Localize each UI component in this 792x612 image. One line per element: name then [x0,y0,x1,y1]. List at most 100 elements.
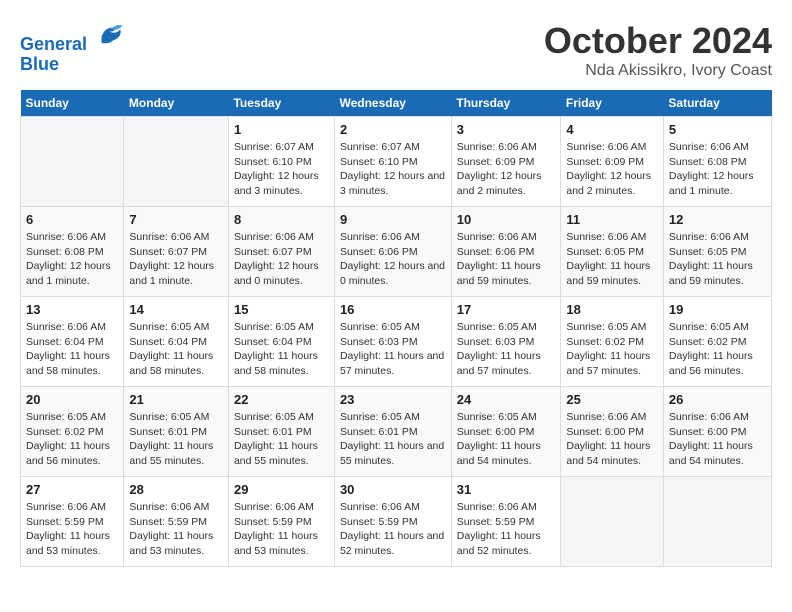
day-number: 24 [457,392,556,407]
logo-blue: Blue [20,55,124,75]
day-number: 16 [340,302,446,317]
header-tuesday: Tuesday [228,90,334,117]
calendar-header: SundayMondayTuesdayWednesdayThursdayFrid… [21,90,772,117]
calendar-cell: 25 Sunrise: 6:06 AMSunset: 6:00 PMDayligh… [561,387,664,477]
calendar-cell: 21 Sunrise: 6:05 AMSunset: 6:01 PMDayligh… [124,387,229,477]
day-info: Sunrise: 6:06 AMSunset: 6:09 PMDaylight:… [566,140,658,199]
day-number: 4 [566,122,658,137]
week-row-5: 27 Sunrise: 6:06 AMSunset: 5:59 PMDayligh… [21,477,772,567]
day-number: 3 [457,122,556,137]
week-row-1: 1 Sunrise: 6:07 AMSunset: 6:10 PMDaylight… [21,117,772,207]
calendar-cell: 15 Sunrise: 6:05 AMSunset: 6:04 PMDayligh… [228,297,334,387]
day-number: 10 [457,212,556,227]
day-info: Sunrise: 6:06 AMSunset: 5:59 PMDaylight:… [26,500,118,559]
day-info: Sunrise: 6:06 AMSunset: 6:05 PMDaylight:… [566,230,658,289]
day-number: 7 [129,212,223,227]
calendar-cell: 23 Sunrise: 6:05 AMSunset: 6:01 PMDayligh… [334,387,451,477]
day-number: 15 [234,302,329,317]
logo: General Blue [20,20,124,75]
day-info: Sunrise: 6:06 AMSunset: 6:00 PMDaylight:… [669,410,766,469]
day-info: Sunrise: 6:05 AMSunset: 6:03 PMDaylight:… [340,320,446,379]
day-number: 28 [129,482,223,497]
day-info: Sunrise: 6:05 AMSunset: 6:02 PMDaylight:… [566,320,658,379]
day-info: Sunrise: 6:05 AMSunset: 6:02 PMDaylight:… [26,410,118,469]
day-info: Sunrise: 6:05 AMSunset: 6:04 PMDaylight:… [129,320,223,379]
calendar-cell: 28 Sunrise: 6:06 AMSunset: 5:59 PMDayligh… [124,477,229,567]
day-info: Sunrise: 6:06 AMSunset: 6:04 PMDaylight:… [26,320,118,379]
day-info: Sunrise: 6:06 AMSunset: 6:08 PMDaylight:… [669,140,766,199]
day-info: Sunrise: 6:05 AMSunset: 6:02 PMDaylight:… [669,320,766,379]
day-number: 9 [340,212,446,227]
calendar-cell: 9 Sunrise: 6:06 AMSunset: 6:06 PMDaylight… [334,207,451,297]
calendar-cell: 14 Sunrise: 6:05 AMSunset: 6:04 PMDayligh… [124,297,229,387]
header-monday: Monday [124,90,229,117]
day-number: 22 [234,392,329,407]
day-info: Sunrise: 6:06 AMSunset: 6:08 PMDaylight:… [26,230,118,289]
day-number: 27 [26,482,118,497]
header-friday: Friday [561,90,664,117]
day-number: 20 [26,392,118,407]
calendar-cell: 18 Sunrise: 6:05 AMSunset: 6:02 PMDayligh… [561,297,664,387]
day-number: 13 [26,302,118,317]
logo-bird-icon [94,20,124,50]
day-number: 21 [129,392,223,407]
calendar-body: 1 Sunrise: 6:07 AMSunset: 6:10 PMDaylight… [21,117,772,567]
calendar-cell: 7 Sunrise: 6:06 AMSunset: 6:07 PMDaylight… [124,207,229,297]
day-info: Sunrise: 6:05 AMSunset: 6:04 PMDaylight:… [234,320,329,379]
day-number: 18 [566,302,658,317]
calendar-cell: 2Sunrise: 6:07 AMSunset: 6:10 PMDaylight… [334,117,451,207]
logo-general: General [20,34,87,54]
calendar-cell [21,117,124,207]
calendar-table: SundayMondayTuesdayWednesdayThursdayFrid… [20,90,772,567]
day-number: 25 [566,392,658,407]
day-info: Sunrise: 6:06 AMSunset: 5:59 PMDaylight:… [129,500,223,559]
day-number: 5 [669,122,766,137]
day-info: Sunrise: 6:06 AMSunset: 6:05 PMDaylight:… [669,230,766,289]
day-number: 8 [234,212,329,227]
day-info: Sunrise: 6:06 AMSunset: 6:07 PMDaylight:… [234,230,329,289]
day-info: Sunrise: 6:06 AMSunset: 6:07 PMDaylight:… [129,230,223,289]
day-number: 29 [234,482,329,497]
day-number: 30 [340,482,446,497]
calendar-cell: 3 Sunrise: 6:06 AMSunset: 6:09 PMDaylight… [451,117,561,207]
header-saturday: Saturday [663,90,771,117]
calendar-cell: 12 Sunrise: 6:06 AMSunset: 6:05 PMDayligh… [663,207,771,297]
calendar-cell: 17Sunrise: 6:05 AMSunset: 6:03 PMDayligh… [451,297,561,387]
day-number: 12 [669,212,766,227]
subtitle: Nda Akissikro, Ivory Coast [544,62,772,80]
calendar-cell: 31Sunrise: 6:06 AMSunset: 5:59 PMDayligh… [451,477,561,567]
day-info: Sunrise: 6:06 AMSunset: 6:06 PMDaylight:… [457,230,556,289]
day-number: 14 [129,302,223,317]
day-number: 1 [234,122,329,137]
day-info: Sunrise: 6:07 AMSunset: 6:10 PMDaylight:… [234,140,329,199]
title-section: October 2024 Nda Akissikro, Ivory Coast [544,20,772,80]
logo-text: General [20,20,124,55]
day-info: Sunrise: 6:05 AMSunset: 6:00 PMDaylight:… [457,410,556,469]
day-info: Sunrise: 6:05 AMSunset: 6:01 PMDaylight:… [129,410,223,469]
calendar-cell: 4 Sunrise: 6:06 AMSunset: 6:09 PMDaylight… [561,117,664,207]
calendar-cell: 13 Sunrise: 6:06 AMSunset: 6:04 PMDayligh… [21,297,124,387]
calendar-cell: 16 Sunrise: 6:05 AMSunset: 6:03 PMDayligh… [334,297,451,387]
header-thursday: Thursday [451,90,561,117]
day-info: Sunrise: 6:06 AMSunset: 6:09 PMDaylight:… [457,140,556,199]
day-info: Sunrise: 6:06 AMSunset: 6:00 PMDaylight:… [566,410,658,469]
day-number: 23 [340,392,446,407]
calendar-cell: 20 Sunrise: 6:05 AMSunset: 6:02 PMDayligh… [21,387,124,477]
day-number: 2 [340,122,446,137]
calendar-cell: 19Sunrise: 6:05 AMSunset: 6:02 PMDayligh… [663,297,771,387]
day-number: 11 [566,212,658,227]
main-title: October 2024 [544,20,772,62]
day-info: Sunrise: 6:05 AMSunset: 6:01 PMDaylight:… [234,410,329,469]
day-info: Sunrise: 6:06 AMSunset: 6:06 PMDaylight:… [340,230,446,289]
calendar-cell [124,117,229,207]
calendar-cell: 22 Sunrise: 6:05 AMSunset: 6:01 PMDayligh… [228,387,334,477]
day-number: 17 [457,302,556,317]
calendar-cell: 1 Sunrise: 6:07 AMSunset: 6:10 PMDaylight… [228,117,334,207]
week-row-2: 6Sunrise: 6:06 AMSunset: 6:08 PMDaylight… [21,207,772,297]
day-info: Sunrise: 6:05 AMSunset: 6:01 PMDaylight:… [340,410,446,469]
calendar-cell: 27 Sunrise: 6:06 AMSunset: 5:59 PMDayligh… [21,477,124,567]
header-row: SundayMondayTuesdayWednesdayThursdayFrid… [21,90,772,117]
week-row-3: 13 Sunrise: 6:06 AMSunset: 6:04 PMDayligh… [21,297,772,387]
header: General Blue October 2024 Nda Akissikro,… [20,20,772,80]
day-info: Sunrise: 6:06 AMSunset: 5:59 PMDaylight:… [340,500,446,559]
